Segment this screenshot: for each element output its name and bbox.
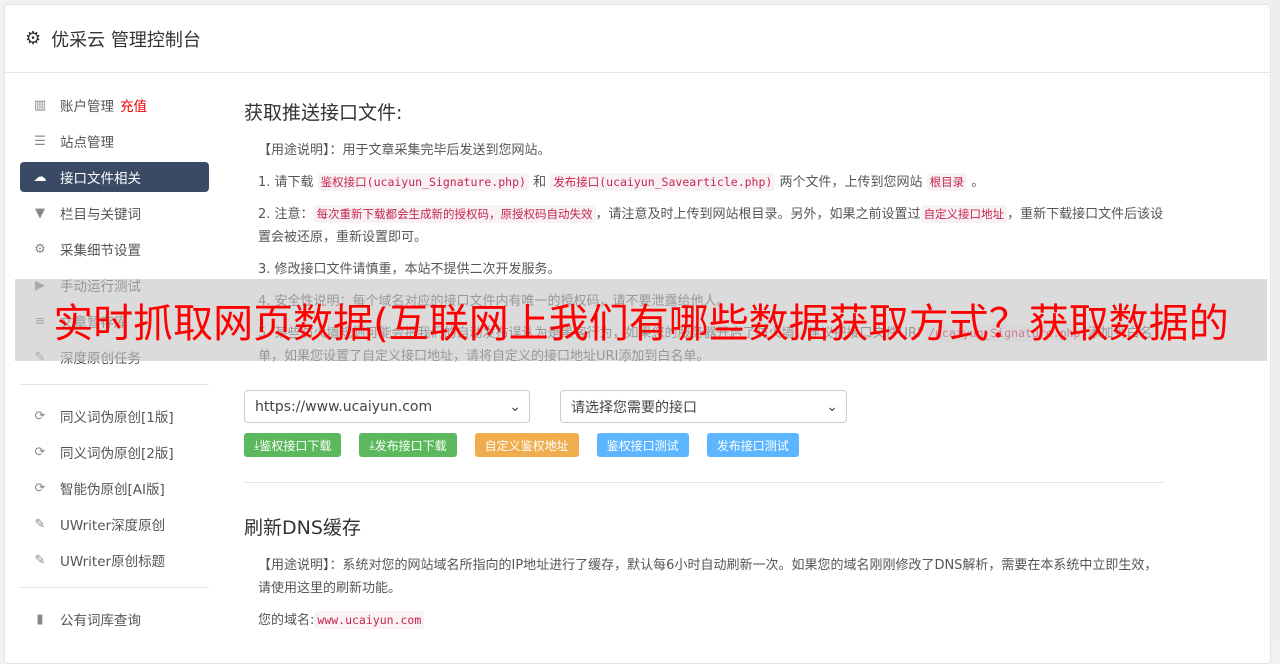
play-circle-icon: ▶	[35, 277, 45, 293]
custom-sign-button[interactable]: 自定义鉴权地址	[474, 433, 579, 457]
bar-chart-icon: ▥	[33, 97, 47, 113]
scrollbar[interactable]	[1272, 0, 1280, 640]
download-publish-button[interactable]: ⤓ 发布接口下载	[359, 433, 457, 457]
sidebar-item[interactable]: ⟳ 同义词伪原创[2版]	[20, 437, 209, 467]
recharge-link[interactable]: 充值	[120, 95, 147, 115]
sidebar-item[interactable]: ▥ 账户管理 充值	[20, 90, 209, 120]
domain-row: 您的域名: www.ucaiyun.com	[244, 609, 1164, 632]
filter-icon: ▼	[35, 205, 45, 221]
sidebar-item-label: 同义词伪原创[1版]	[60, 410, 174, 426]
step-1: 1. 请下载 鉴权接口(ucaiyun_Signature.php) 和 发布接…	[258, 173, 985, 191]
refresh-icon: ⟳	[34, 408, 46, 424]
sidebar-item[interactable]: ⟳ 智能伪原创[AI版]	[20, 473, 209, 503]
sidebar-item[interactable]: ☁ 接口文件相关	[20, 162, 209, 192]
sidebar-divider	[20, 384, 209, 385]
refresh-icon: ⟳	[34, 480, 46, 496]
sidebar-item-label: 手动运行测试	[60, 279, 141, 295]
sidebar-item-label: 接口文件相关	[60, 171, 141, 187]
sidebar: ▥ 账户管理 充值 ☰ 站点管理 ☁ 接口文件相关 ▼ 栏目与关键词 ⚙ 采集细节设置 ▶ 手动运行测试…	[20, 90, 209, 640]
cogs-icon: ⚙	[34, 241, 46, 257]
divider	[244, 482, 1164, 483]
sidebar-item-label: UWriter原创标题	[60, 554, 166, 570]
sidebar-item-label: 采集细节设置	[60, 243, 141, 259]
step-3: 3. 修改接口文件请慎重，本站不提供二次开发服务。	[258, 262, 561, 277]
usage-note: 【用途说明】：用于文章采集完毕后发送到您网站。	[258, 143, 551, 158]
edit-icon: ✎	[34, 552, 46, 568]
step-4: 4. 安全性说明：每个域名对应的接口文件内有唯一的授权码，请不要泄露给他人。	[258, 294, 730, 309]
test-sign-button[interactable]: 鉴权接口测试	[596, 433, 689, 457]
sidebar-item[interactable]: ✎ 深度原创任务	[20, 342, 209, 372]
main-content: 获取推送接口文件: 【用途说明】：用于文章采集完毕后发送到您网站。 1. 请下载…	[244, 98, 1164, 641]
chevron-down-icon: ⌄	[826, 398, 838, 415]
sidebar-item-label: UWriter深度原创	[60, 518, 166, 534]
section-title-dns: 刷新DNS缓存	[244, 517, 361, 539]
step-5: 5. 某些防火墙规则可能会把我们的自动发布误认为是黑客行为，如果您的服务器开启了…	[258, 324, 1153, 364]
gear-icon: ⚙	[25, 28, 42, 49]
sidebar-item-label: 同义词伪原创[2版]	[60, 446, 174, 462]
sidebar-item[interactable]: ☰ 站点管理	[20, 126, 209, 156]
sidebar-item[interactable]: ⟳ 同义词伪原创[1版]	[20, 401, 209, 431]
domain-value: www.ucaiyun.com	[314, 611, 425, 629]
sidebar-item-label: 深度原创任务	[60, 351, 141, 367]
database-icon: ≡	[34, 313, 46, 329]
section-title-interface-files: 获取推送接口文件:	[244, 102, 403, 124]
step-2: 2. 注意： 每次重新下载都会生成新的授权码，原授权码自动失效 ，请注意及时上传到网…	[258, 205, 1164, 245]
refresh-icon: ⟳	[34, 444, 46, 460]
sidebar-item-label: 站点管理	[60, 135, 114, 151]
sidebar-item[interactable]: ▼ 栏目与关键词	[20, 198, 209, 228]
edit-icon: ✎	[34, 516, 46, 532]
sidebar-item[interactable]: ⚙ 采集细节设置	[20, 234, 209, 264]
sidebar-item[interactable]: ▶ 手动运行测试	[20, 270, 209, 300]
chevron-down-icon: ⌄	[509, 398, 521, 415]
sidebar-divider	[20, 587, 209, 588]
sidebar-item[interactable]: ▮ 公有词库查询	[20, 604, 209, 634]
download-sign-button[interactable]: ⤓ 鉴权接口下载	[244, 433, 342, 457]
cloud-upload-icon: ☁	[33, 169, 47, 185]
sidebar-item[interactable]: ≡ 文章暂存库	[20, 306, 209, 336]
header: ⚙ 优采云 管理控制台	[5, 5, 1270, 73]
api-select[interactable]: 请选择您需要的接口 ⌄	[560, 390, 847, 423]
page-title: 优采云 管理控制台	[51, 29, 201, 51]
sidebar-item-label: 公有词库查询	[60, 613, 141, 629]
sidebar-item[interactable]: ✎ UWriter原创标题	[20, 545, 209, 575]
sidebar-item-label: 智能伪原创[AI版]	[60, 482, 165, 498]
site-select[interactable]: https://www.ucaiyun.com ⌄	[244, 390, 530, 423]
test-publish-button[interactable]: 发布接口测试	[706, 433, 799, 457]
book-icon: ▮	[36, 611, 44, 627]
dns-usage-note: 【用途说明】：系统对您的网站域名所指向的IP地址进行了缓存，默认每6小时自动刷新…	[258, 558, 1158, 596]
sidebar-item-label: 账户管理	[60, 99, 114, 115]
sidebar-item-label: 文章暂存库	[60, 315, 128, 331]
sidebar-item[interactable]: ✎ UWriter深度原创	[20, 509, 209, 539]
edit-icon: ✎	[34, 349, 46, 365]
server-icon: ☰	[34, 133, 46, 149]
sidebar-item-label: 栏目与关键词	[60, 207, 141, 223]
